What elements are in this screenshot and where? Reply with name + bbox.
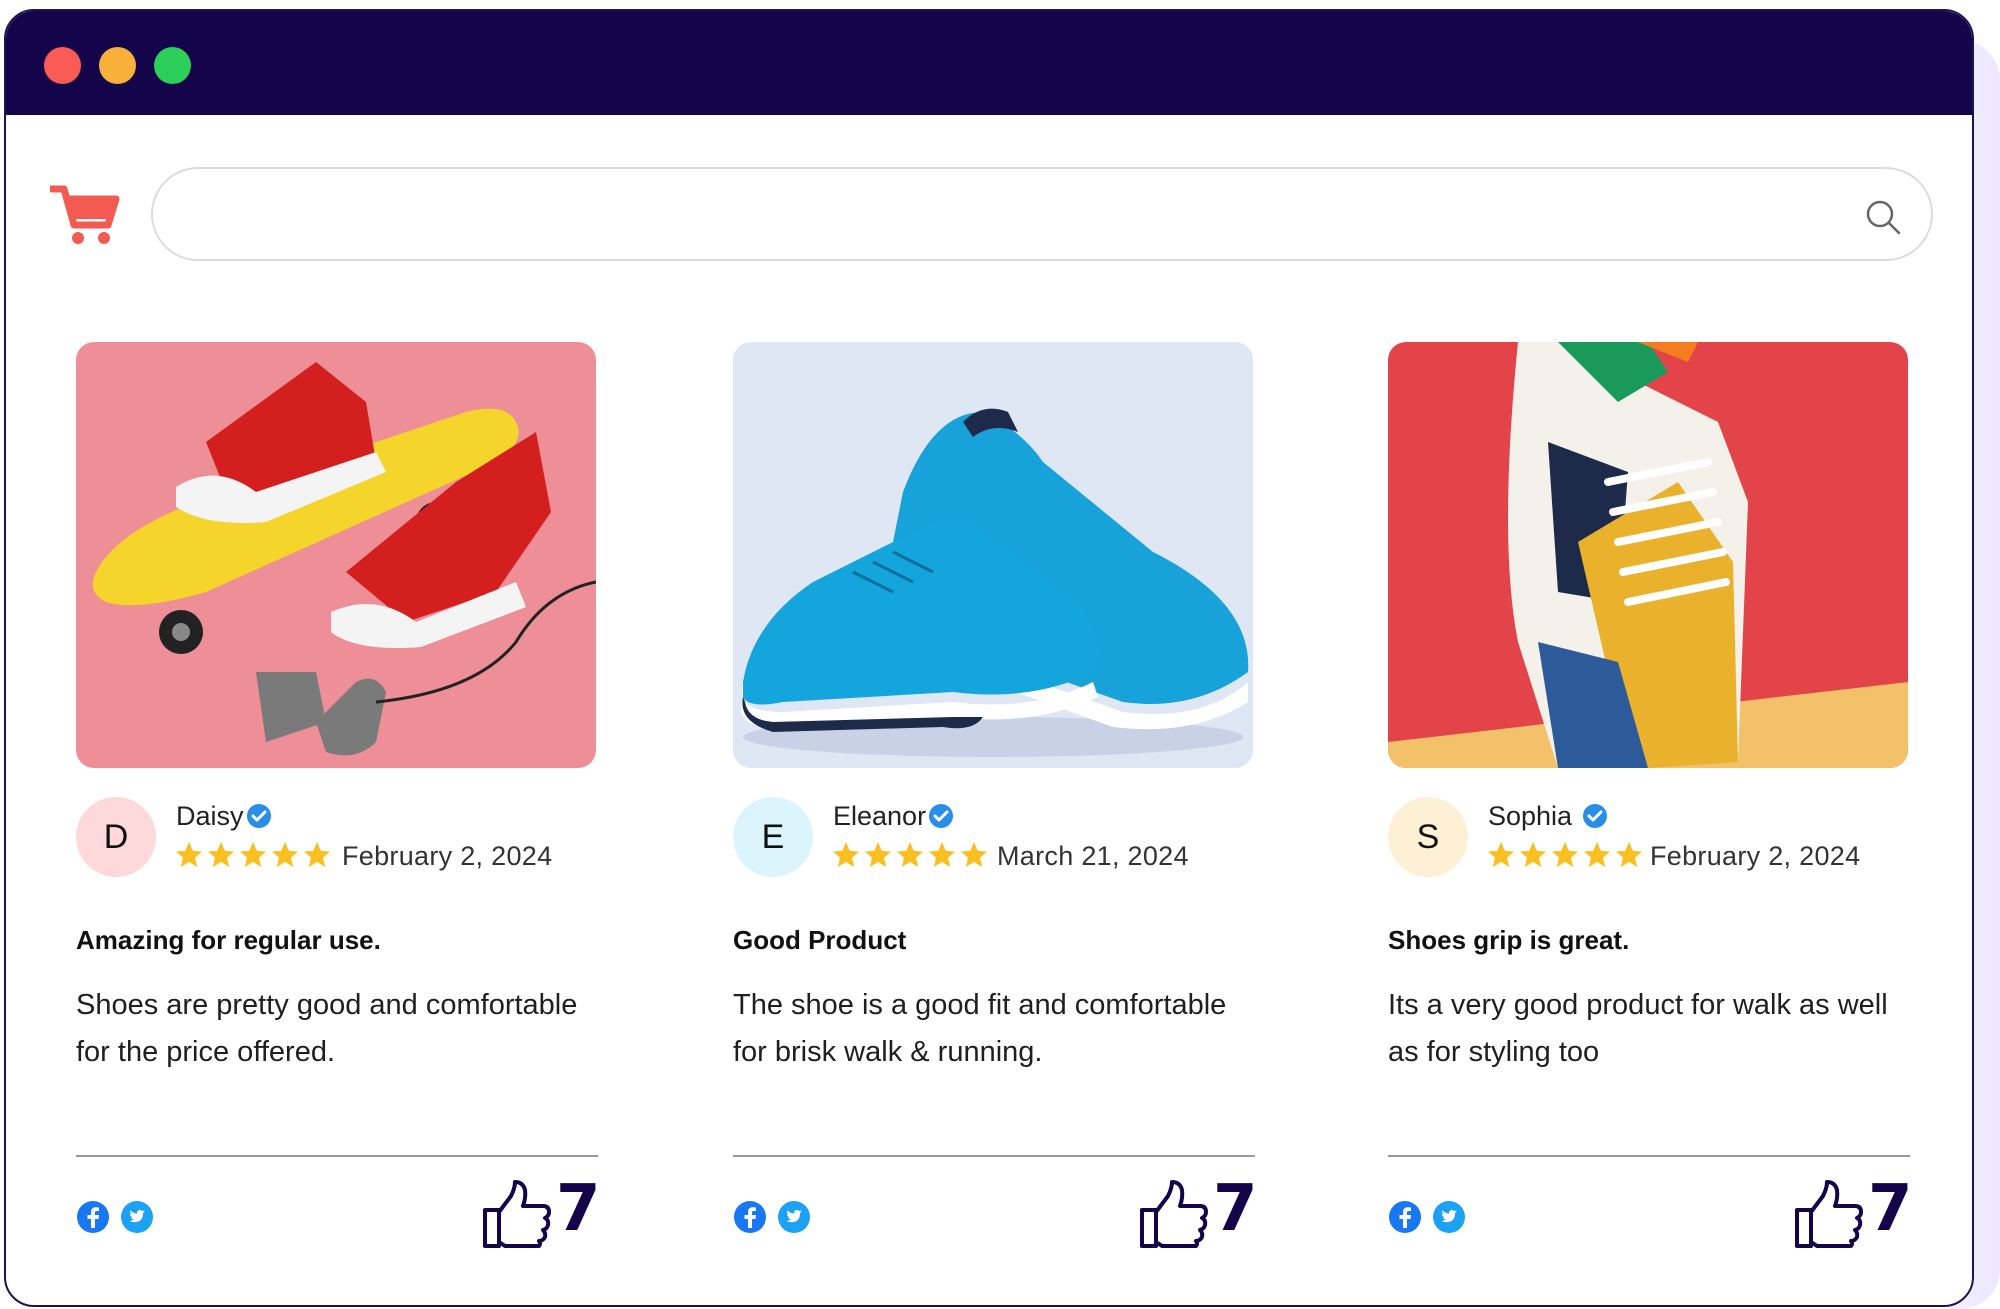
twitter-share-icon[interactable] (120, 1200, 154, 1234)
star-icon (272, 842, 298, 867)
star-icon (1488, 842, 1514, 867)
reviewer-name: Eleanor (833, 801, 954, 832)
avatar: S (1388, 797, 1468, 877)
title-bar (6, 11, 1972, 115)
star-rating (174, 840, 332, 870)
thumbs-up-icon[interactable] (1138, 1178, 1210, 1250)
star-icon (961, 842, 987, 867)
reviewer-name-text: Daisy (176, 801, 244, 831)
star-rating (831, 840, 989, 870)
product-image[interactable] (76, 342, 596, 768)
star-icon (833, 842, 859, 867)
star-icon (1584, 842, 1610, 867)
thumbs-up-icon[interactable] (481, 1178, 553, 1250)
facebook-share-icon[interactable] (1388, 1200, 1422, 1234)
shopping-cart-icon[interactable] (50, 183, 120, 247)
star-icon (240, 842, 266, 867)
facebook-share-icon[interactable] (76, 1200, 110, 1234)
review-card: E Eleanor March 21, 2024 Good Product Th… (733, 342, 1258, 1282)
thumbs-up-icon[interactable] (1793, 1178, 1865, 1250)
star-icon (1616, 842, 1642, 867)
avatar: E (733, 797, 813, 877)
maximize-window-button[interactable] (154, 47, 191, 84)
verified-badge-icon (929, 804, 954, 828)
star-icon (1520, 842, 1546, 867)
search-input[interactable] (193, 191, 1813, 237)
star-rating (1486, 840, 1644, 870)
avatar-initial: S (1416, 817, 1440, 856)
star-icon (304, 842, 330, 867)
reviewer-name-text: Eleanor (833, 801, 927, 831)
product-image[interactable] (1388, 342, 1908, 768)
review-body: Shoes are pretty good and comfortable fo… (76, 989, 578, 1068)
browser-window: D Daisy February 2, 2024 Amazing for reg… (4, 9, 1974, 1307)
review-date: March 21, 2024 (997, 841, 1189, 871)
divider (1388, 1155, 1910, 1157)
like-count: 7 (1213, 1172, 1258, 1246)
reviewer-name: Sophia (1488, 801, 1608, 832)
divider (76, 1155, 598, 1157)
review-title: Shoes grip is great. (1388, 925, 1630, 955)
close-window-button[interactable] (44, 47, 81, 84)
like-count: 7 (556, 1172, 601, 1246)
divider (733, 1155, 1255, 1157)
avatar-initial: D (103, 817, 129, 856)
star-icon (865, 842, 891, 867)
star-icon (208, 842, 234, 867)
review-title: Good Product (733, 925, 907, 955)
twitter-share-icon[interactable] (777, 1200, 811, 1234)
reviewer-name-text: Sophia (1488, 801, 1573, 831)
star-icon (897, 842, 923, 867)
like-count: 7 (1868, 1172, 1913, 1246)
reviewer-name: Daisy (176, 801, 272, 832)
search-icon[interactable] (1863, 197, 1903, 237)
minimize-window-button[interactable] (99, 47, 136, 84)
star-icon (1552, 842, 1578, 867)
review-body: The shoe is a good fit and comfortable f… (733, 989, 1227, 1068)
review-card: D Daisy February 2, 2024 Amazing for reg… (76, 342, 601, 1282)
review-date: February 2, 2024 (1650, 841, 1861, 871)
avatar: D (76, 797, 156, 877)
review-title: Amazing for regular use. (76, 925, 381, 955)
search-bar[interactable] (151, 167, 1933, 261)
verified-badge-icon (1582, 804, 1607, 828)
review-body: Its a very good product for walk as well… (1388, 989, 1888, 1068)
review-card: S Sophia February 2, 2024 Shoes grip is … (1388, 342, 1913, 1282)
star-icon (929, 842, 955, 867)
avatar-initial: E (761, 817, 785, 856)
twitter-share-icon[interactable] (1432, 1200, 1466, 1234)
facebook-share-icon[interactable] (733, 1200, 767, 1234)
star-icon (176, 842, 202, 867)
review-date: February 2, 2024 (342, 841, 553, 871)
verified-badge-icon (246, 804, 271, 828)
product-image[interactable] (733, 342, 1253, 768)
